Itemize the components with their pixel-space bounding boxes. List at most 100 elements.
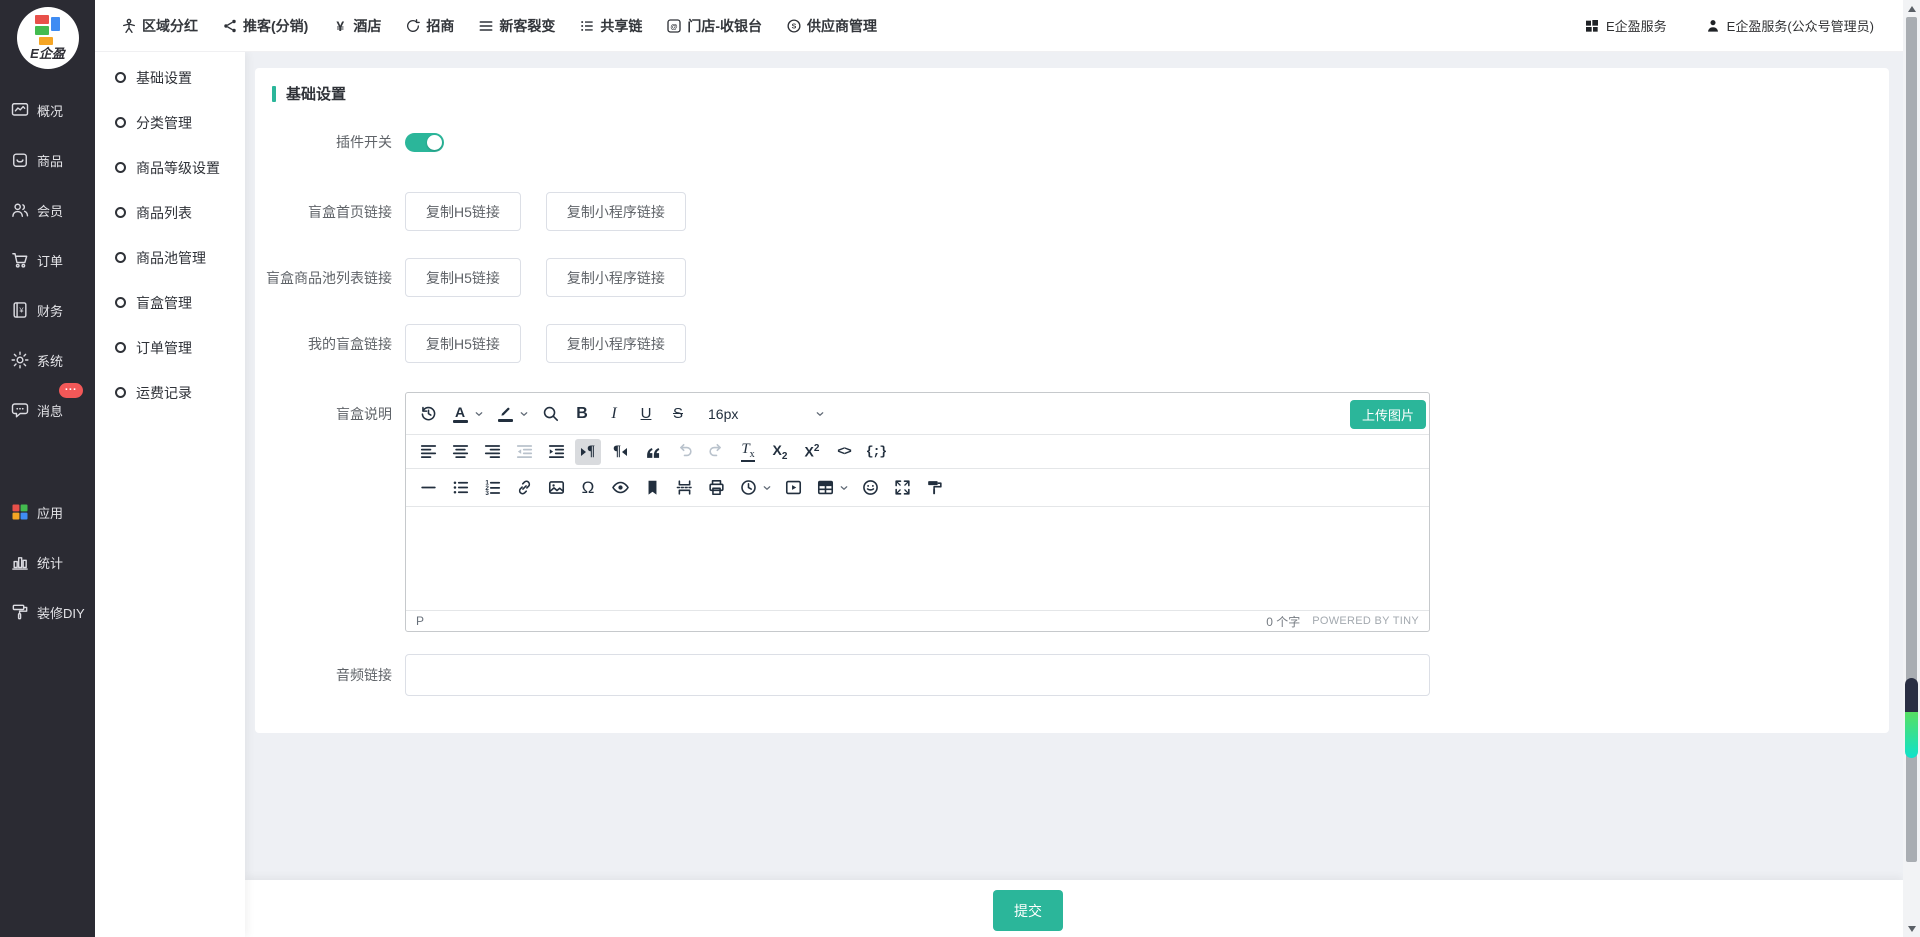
ltr-button[interactable]: ¶ xyxy=(575,439,601,465)
circle-icon xyxy=(115,117,126,128)
rtl-button[interactable]: ¶ xyxy=(607,439,633,465)
superscript-button[interactable]: X2 xyxy=(799,439,825,465)
top-nav-items: 区域分红 推客(分销) ¥酒店 招商 新客裂变 共享链 门店-收银台 供应商管理 xyxy=(121,16,877,36)
outdent-button[interactable] xyxy=(511,439,537,465)
topnav-item-tuike-distribution[interactable]: 推客(分销) xyxy=(222,16,308,36)
insert-table-caret[interactable] xyxy=(838,480,850,496)
align-center-button[interactable] xyxy=(447,439,473,465)
align-right-button[interactable] xyxy=(479,439,505,465)
print-button[interactable] xyxy=(703,475,729,501)
scrollbar-down-button[interactable] xyxy=(1903,920,1920,937)
special-char-button[interactable]: Ω xyxy=(575,475,601,501)
topnav-item-store-cashier[interactable]: 门店-收银台 xyxy=(666,16,762,36)
submenu-item-goods-level-settings[interactable]: 商品等级设置 xyxy=(95,145,245,190)
plugin-switch-toggle[interactable] xyxy=(405,133,444,152)
submenu-item-goods-list[interactable]: 商品列表 xyxy=(95,190,245,235)
subscript-button[interactable]: X2 xyxy=(767,439,793,465)
submenu-item-category-management[interactable]: 分类管理 xyxy=(95,100,245,145)
code-sample-button[interactable]: {;} xyxy=(863,439,889,465)
sidebar-item-stats[interactable]: 统计 xyxy=(0,537,95,587)
preview-button[interactable] xyxy=(607,475,633,501)
submit-button[interactable]: 提交 xyxy=(993,890,1063,931)
audio-link-input[interactable] xyxy=(405,654,1430,696)
indent-button[interactable] xyxy=(543,439,569,465)
background-color-button[interactable] xyxy=(492,401,518,427)
background-color-caret[interactable] xyxy=(518,406,530,422)
copy-h5-link-button[interactable]: 复制H5链接 xyxy=(405,192,521,231)
topnav-account-menu[interactable]: E企盈服务(公众号管理员) xyxy=(1705,16,1874,35)
bold-button[interactable]: B xyxy=(569,401,595,427)
history-icon xyxy=(419,404,438,423)
undo-button[interactable] xyxy=(671,439,697,465)
page-break-button[interactable] xyxy=(671,475,697,501)
horizontal-rule-button[interactable] xyxy=(415,475,441,501)
insert-datetime-caret[interactable] xyxy=(761,480,773,496)
topnav-item-supplier-management[interactable]: 供应商管理 xyxy=(786,16,877,36)
copy-miniprogram-link-button[interactable]: 复制小程序链接 xyxy=(546,324,686,363)
topnav-item-new-customer-fission[interactable]: 新客裂变 xyxy=(478,16,555,36)
insert-media-button[interactable] xyxy=(780,475,806,501)
code-view-button[interactable]: <> xyxy=(831,439,857,465)
sidebar-item-finance[interactable]: 财务 xyxy=(0,285,95,335)
fullscreen-icon xyxy=(893,478,912,497)
powered-by-tiny[interactable]: POWERED BY TINY xyxy=(1312,615,1419,627)
sidebar-item-decorate-diy[interactable]: 装修DIY xyxy=(0,587,95,637)
numbered-list-button[interactable] xyxy=(479,475,505,501)
gear-icon xyxy=(10,350,30,370)
insert-link-button[interactable] xyxy=(511,475,537,501)
copy-miniprogram-link-button[interactable]: 复制小程序链接 xyxy=(546,192,686,231)
restore-draft-button[interactable] xyxy=(415,401,441,427)
element-path: P xyxy=(416,614,424,628)
submenu-item-goods-pool-management[interactable]: 商品池管理 xyxy=(95,235,245,280)
redo-button[interactable] xyxy=(703,439,729,465)
copy-h5-link-button[interactable]: 复制H5链接 xyxy=(405,258,521,297)
brand-logo[interactable]: E企盈 xyxy=(17,7,79,69)
sidebar-item-messages[interactable]: 消息 ... xyxy=(0,385,95,435)
text-color-button[interactable]: A xyxy=(447,401,473,427)
upload-image-button[interactable]: 上传图片 xyxy=(1350,400,1426,429)
submenu-item-blindbox-management[interactable]: 盲盒管理 xyxy=(95,280,245,325)
font-size-select[interactable]: 16px xyxy=(708,406,826,422)
topnav-service-link[interactable]: E企盈服务 xyxy=(1584,16,1667,35)
sidebar-item-members[interactable]: 会员 xyxy=(0,185,95,235)
insert-table-button[interactable] xyxy=(812,475,838,501)
sidebar-item-apps[interactable]: 应用 xyxy=(0,487,95,537)
sidebar-item-goods[interactable]: 商品 xyxy=(0,135,95,185)
insert-datetime-button[interactable] xyxy=(735,475,761,501)
anchor-button[interactable] xyxy=(639,475,665,501)
submenu-panel: 基础设置 分类管理 商品等级设置 商品列表 商品池管理 盲盒管理 订单管理 运费… xyxy=(95,52,245,937)
underline-button[interactable]: U xyxy=(633,401,659,427)
topnav-item-investment[interactable]: 招商 xyxy=(405,16,454,36)
bullet-list-button[interactable] xyxy=(447,475,473,501)
share-icon xyxy=(222,18,238,34)
sidebar-item-system[interactable]: 系统 xyxy=(0,335,95,385)
strikethrough-button[interactable]: S xyxy=(665,401,691,427)
clear-formatting-button[interactable]: Tx xyxy=(735,439,761,465)
topnav-item-region-dividend[interactable]: 区域分红 xyxy=(121,16,198,36)
scroll-position-indicator xyxy=(1905,678,1918,758)
scrollbar-up-button[interactable] xyxy=(1903,0,1920,17)
copy-miniprogram-link-button[interactable]: 复制小程序链接 xyxy=(546,258,686,297)
format-painter-button[interactable] xyxy=(921,475,947,501)
table-icon xyxy=(816,478,835,497)
emoji-button[interactable] xyxy=(857,475,883,501)
sidebar-item-orders[interactable]: 订单 xyxy=(0,235,95,285)
copy-h5-link-button[interactable]: 复制H5链接 xyxy=(405,324,521,363)
submenu-item-order-management[interactable]: 订单管理 xyxy=(95,325,245,370)
editor-content[interactable] xyxy=(406,507,1429,610)
fullscreen-button[interactable] xyxy=(889,475,915,501)
search-icon xyxy=(541,404,560,423)
italic-button[interactable]: I xyxy=(601,401,627,427)
insert-image-button[interactable] xyxy=(543,475,569,501)
blockquote-button[interactable] xyxy=(639,439,665,465)
topnav-item-hotel[interactable]: ¥酒店 xyxy=(332,16,381,36)
text-color-caret[interactable] xyxy=(473,406,485,422)
circle-icon xyxy=(115,207,126,218)
submenu-item-freight-records[interactable]: 运费记录 xyxy=(95,370,245,415)
topnav-item-sharing-chain[interactable]: 共享链 xyxy=(579,16,642,36)
submenu-item-basic-settings[interactable]: 基础设置 xyxy=(95,55,245,100)
goods-icon xyxy=(10,150,30,170)
search-replace-button[interactable] xyxy=(537,401,563,427)
align-left-button[interactable] xyxy=(415,439,441,465)
sidebar-item-overview[interactable]: 概况 xyxy=(0,85,95,135)
